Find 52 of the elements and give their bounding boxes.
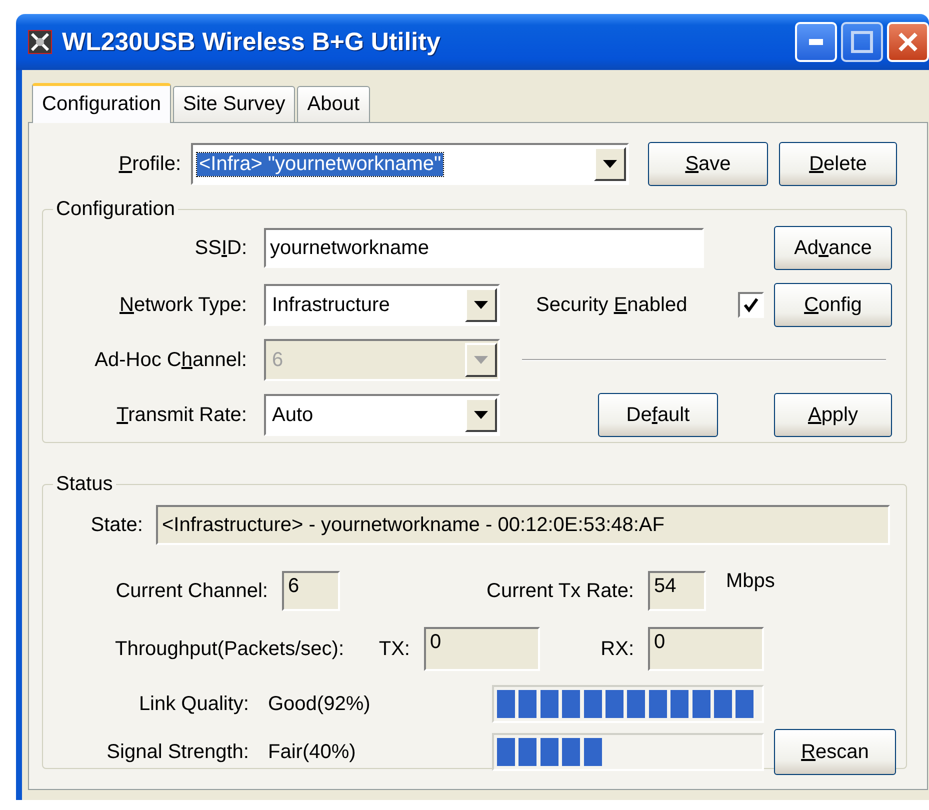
button[interactable]: Apply (774, 393, 892, 437)
minimize-icon (809, 39, 823, 45)
field-label: Transmit Rate: (116, 404, 247, 426)
field-label: Link Quality: (138, 692, 249, 716)
button[interactable]: Delete (779, 142, 897, 186)
field-label: Current Tx Rate: (486, 580, 634, 602)
check-icon (743, 297, 759, 313)
network-type-dropdown[interactable]: Infrastructure (264, 284, 500, 326)
unit-label: Mbps (726, 570, 776, 593)
button[interactable]: Advance (774, 226, 892, 270)
tx-rate-field: 54 (648, 571, 706, 611)
button[interactable]: Config (774, 283, 892, 327)
profile-dropdown[interactable]: <Infra> "yournetworkname" (191, 143, 629, 185)
field-label: SSID: (194, 236, 247, 260)
dropdown-arrow-icon (474, 356, 488, 364)
ssid-field[interactable]: yournetworkname (264, 228, 704, 268)
transmit-rate-dropdown[interactable]: Auto (264, 394, 500, 436)
tab[interactable]: Site Survey (172, 86, 296, 122)
field-label: Signal Strength: (106, 740, 249, 764)
field-label: RX: (600, 638, 634, 660)
button[interactable]: Default (598, 393, 718, 437)
dropdown-arrow-icon (474, 411, 488, 419)
checkbox-label: Security Enabled (536, 294, 688, 316)
field-label: Throughput(Packets/sec): (114, 638, 344, 660)
field-label: Network Type: (118, 294, 247, 316)
button[interactable]: Rescan (774, 729, 896, 775)
close-button[interactable] (887, 22, 929, 62)
field-label: Profile: (118, 152, 181, 176)
field-label: State: (90, 514, 143, 536)
rx-field: 0 (648, 627, 764, 671)
field-label: TX: (378, 638, 410, 660)
maximize-button[interactable] (841, 22, 883, 62)
field-label: Current Channel: (114, 580, 268, 602)
group-title: Configuration (55, 198, 176, 221)
button[interactable]: Save (648, 142, 768, 186)
state-field: <Infrastructure> - yournetworkname - 00:12:0E:53:48:AF (156, 505, 890, 545)
quality-value: Good(92%) (268, 692, 372, 716)
dropdown-arrow-icon (474, 301, 488, 309)
tab[interactable]: Configuration (32, 83, 171, 123)
tx-field: 0 (424, 627, 540, 671)
minimize-button[interactable] (795, 22, 837, 62)
close-icon (898, 32, 918, 52)
app-icon (28, 30, 52, 54)
tab[interactable]: About (297, 86, 370, 122)
channel-field: 6 (282, 571, 340, 611)
security-checkbox[interactable] (738, 292, 764, 318)
dropdown-arrow-icon (603, 160, 617, 168)
group-title: Status (55, 473, 114, 496)
field-label: Ad-Hoc Channel: (94, 348, 247, 372)
window-title: WL230USB Wireless B+G Utility (62, 28, 440, 56)
signal-value: Fair(40%) (268, 740, 357, 764)
maximize-icon (851, 31, 873, 53)
